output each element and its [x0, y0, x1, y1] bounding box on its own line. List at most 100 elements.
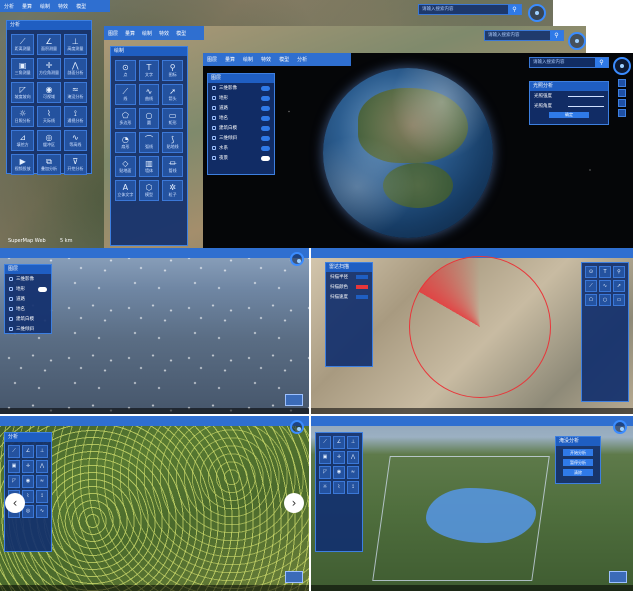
- tab-1[interactable]: 量算: [225, 56, 235, 63]
- tool-tile[interactable]: ☼: [319, 481, 331, 494]
- checkbox[interactable]: [212, 116, 216, 120]
- tool-tile[interactable]: ◸: [8, 475, 20, 488]
- search-input[interactable]: 请输入搜索内容 ⚲: [484, 30, 564, 41]
- tab-2[interactable]: 绘制: [40, 3, 50, 10]
- tool-tile[interactable]: ⊥: [347, 436, 359, 449]
- layer-row[interactable]: 地形: [208, 93, 274, 103]
- tool-tile[interactable]: ∠ 面积测量: [37, 34, 61, 55]
- intensity-slider[interactable]: [568, 95, 604, 97]
- tool-tile[interactable]: ⋀ 剖面分析: [63, 58, 87, 79]
- tab-3[interactable]: 特效: [58, 3, 68, 10]
- draw-tile[interactable]: ▥ 墙体: [138, 156, 160, 177]
- draw-tile[interactable]: ⬠ 多边形: [115, 108, 136, 129]
- confirm-button[interactable]: 确定: [549, 112, 589, 118]
- search-input[interactable]: 请输入搜索内容 ⚲: [418, 4, 522, 15]
- checkbox[interactable]: [212, 96, 216, 100]
- checkbox[interactable]: [212, 136, 216, 140]
- tab-0[interactable]: 图层: [108, 30, 118, 37]
- search-input[interactable]: 请输入搜索内容 ⚲: [529, 57, 609, 68]
- draw-tile[interactable]: ⬡ 模型: [138, 180, 160, 201]
- search-button[interactable]: ⚲: [550, 31, 563, 41]
- layer-row[interactable]: 水系: [208, 143, 274, 153]
- layer-toggle[interactable]: [261, 135, 270, 141]
- tool-tile[interactable]: ⚲: [613, 266, 625, 278]
- tab-0[interactable]: 分析: [4, 3, 14, 10]
- compass-icon[interactable]: [290, 420, 304, 434]
- tool-tile[interactable]: ☼ 日照分析: [11, 106, 35, 127]
- zoom-in-icon[interactable]: [618, 79, 626, 87]
- compass-icon[interactable]: [613, 420, 627, 434]
- tool-tile[interactable]: ⟋ 距离测量: [11, 34, 35, 55]
- color-swatch[interactable]: [356, 285, 368, 289]
- tool-tile[interactable]: ▣: [8, 460, 20, 473]
- tool-tile[interactable]: ✛ 方位角测量: [37, 58, 61, 79]
- tool-tile[interactable]: ✛: [333, 451, 345, 464]
- home-icon[interactable]: [618, 99, 626, 107]
- speed-input[interactable]: [356, 295, 368, 299]
- tool-tile[interactable]: ◸ 坡度坡向: [11, 82, 35, 103]
- tool-tile[interactable]: ⊥: [36, 445, 48, 458]
- draw-tile[interactable]: ▭ 矩形: [162, 108, 183, 129]
- tool-tile[interactable]: ≈: [347, 466, 359, 479]
- pause-analysis-button[interactable]: 暂停分析: [563, 459, 593, 466]
- compass-icon[interactable]: [528, 4, 546, 22]
- draw-tile[interactable]: ⌒ 弧线: [138, 132, 160, 153]
- draw-tile[interactable]: ⚲ 图标: [162, 60, 183, 81]
- tool-tile[interactable]: ○: [599, 294, 611, 306]
- layer-row[interactable]: 道路: [5, 294, 51, 304]
- tab-4[interactable]: 模型: [176, 30, 186, 37]
- checkbox[interactable]: [9, 327, 13, 331]
- tool-tile[interactable]: ⟋: [8, 445, 20, 458]
- prev-arrow-button[interactable]: ‹: [5, 493, 25, 513]
- tool-tile[interactable]: ⊿ 填挖方: [11, 130, 35, 151]
- layer-row[interactable]: 三维影像: [5, 274, 51, 284]
- tool-tile[interactable]: ∠: [22, 445, 34, 458]
- angle-slider[interactable]: [568, 105, 604, 107]
- tool-tile[interactable]: ⟟: [347, 481, 359, 494]
- draw-tile[interactable]: ⊙ 点: [115, 60, 136, 81]
- search-button[interactable]: ⚲: [508, 5, 521, 15]
- tool-tile[interactable]: ⌇: [333, 481, 345, 494]
- compass-icon[interactable]: [290, 252, 304, 266]
- layer-row[interactable]: 三维影像: [208, 83, 274, 93]
- draw-tile[interactable]: ◔ 扇形: [115, 132, 136, 153]
- tab-0[interactable]: 图层: [207, 56, 217, 63]
- next-arrow-button[interactable]: ›: [284, 493, 304, 513]
- draw-tile[interactable]: A 立体文字: [115, 180, 136, 201]
- layer-toggle[interactable]: [261, 115, 270, 121]
- tool-tile[interactable]: ⟟: [36, 490, 48, 503]
- draw-tile[interactable]: ⏛ 管线: [162, 156, 183, 177]
- checkbox[interactable]: [212, 126, 216, 130]
- tab-3[interactable]: 特效: [159, 30, 169, 37]
- tool-tile[interactable]: ⌇ 天际线: [37, 106, 61, 127]
- tool-tile[interactable]: ⟋: [319, 436, 331, 449]
- tab-5[interactable]: 分析: [297, 56, 307, 63]
- checkbox[interactable]: [9, 277, 13, 281]
- tool-tile[interactable]: ▣: [319, 451, 331, 464]
- radius-input[interactable]: [356, 275, 368, 279]
- tool-tile[interactable]: ◉ 可视域: [37, 82, 61, 103]
- tool-tile[interactable]: ⟟ 通视分析: [63, 106, 87, 127]
- layer-row[interactable]: 建筑白模: [5, 314, 51, 324]
- draw-tile[interactable]: T 文字: [138, 60, 160, 81]
- tool-tile[interactable]: ⬠: [585, 294, 597, 306]
- checkbox[interactable]: [212, 86, 216, 90]
- tool-tile[interactable]: ▭: [613, 294, 625, 306]
- tool-tile[interactable]: ⊥ 高度测量: [63, 34, 87, 55]
- draw-tile[interactable]: ➚ 箭头: [162, 84, 183, 105]
- tool-tile[interactable]: ▶ 视频投放: [11, 154, 35, 175]
- layer-toggle[interactable]: [261, 85, 270, 91]
- checkbox[interactable]: [9, 307, 13, 311]
- tool-tile[interactable]: ⧉ 叠加分析: [37, 154, 61, 175]
- layer-row[interactable]: 道路: [208, 103, 274, 113]
- layer-toggle[interactable]: [261, 125, 270, 131]
- search-button[interactable]: ⚲: [595, 58, 608, 68]
- checkbox[interactable]: [9, 297, 13, 301]
- tool-tile[interactable]: T: [599, 266, 611, 278]
- tool-tile[interactable]: ∿: [36, 505, 48, 518]
- tool-tile[interactable]: ⟋: [585, 280, 597, 292]
- tab-3[interactable]: 特效: [261, 56, 271, 63]
- tab-1[interactable]: 量算: [125, 30, 135, 37]
- fullscreen-icon[interactable]: [618, 109, 626, 117]
- draw-tile[interactable]: ⟋ 线: [115, 84, 136, 105]
